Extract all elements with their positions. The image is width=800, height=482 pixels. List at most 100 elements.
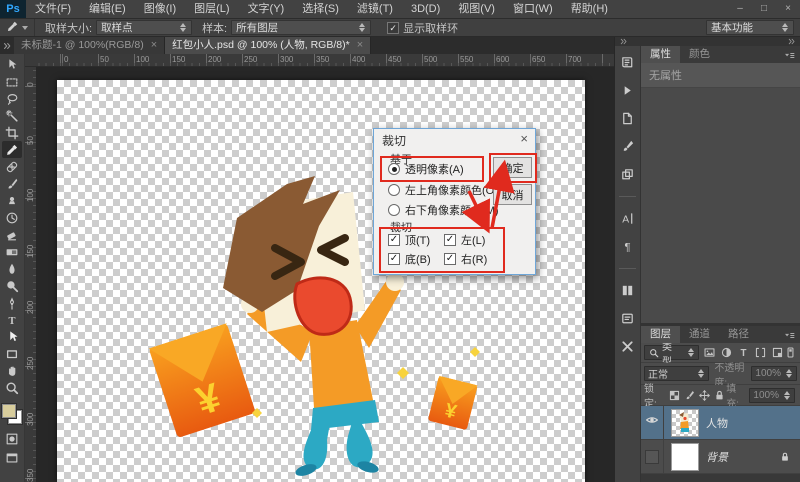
checkbox-top[interactable]: ✓ 顶(T) [388,232,430,248]
tool-button[interactable] [2,277,22,294]
menu-item[interactable]: 图像(I) [135,0,185,18]
tab-untitled[interactable]: 未标题-1 @ 100%(RGB/8) × [14,37,165,54]
horizontal-ruler[interactable]: 0501001502002503003504004505005506006507… [36,54,614,67]
panel-strip-icon[interactable] [619,310,636,327]
tool-button[interactable] [2,345,22,362]
menu-item[interactable]: 编辑(E) [80,0,135,18]
radio-bottom-right-color[interactable]: 右下角像素颜色(M) [388,202,499,218]
close-icon[interactable]: × [151,37,157,54]
tool-button[interactable] [2,175,22,192]
tool-button[interactable] [2,158,22,175]
tool-button[interactable] [2,209,22,226]
sample-select[interactable]: 所有图层 [231,20,371,35]
tool-button[interactable] [2,73,22,90]
visibility-toggle[interactable] [641,440,664,473]
menu-item[interactable]: 文字(Y) [239,0,294,18]
tool-button[interactable] [2,362,22,379]
panel-strip-icon[interactable] [619,166,636,183]
panel-strip-icon[interactable] [619,54,636,71]
tool-button[interactable] [2,141,22,158]
tool-button[interactable] [2,294,22,311]
menu-item[interactable]: 滤镜(T) [348,0,402,18]
tools-panel: T [0,54,25,482]
visibility-toggle[interactable] [641,406,664,439]
foreground-color-swatch[interactable] [2,404,16,418]
layer-thumbnail[interactable] [671,409,699,437]
tool-button[interactable] [2,328,22,345]
radio-top-left-color[interactable]: 左上角像素颜色(O) [388,182,498,198]
ok-button[interactable]: 确定 [493,157,532,178]
tab-paths[interactable]: 路径 [719,326,758,343]
blend-mode-select[interactable]: 正常 [644,366,709,381]
panel-strip-icon[interactable]: ¶ [619,238,636,255]
maximize-button[interactable]: □ [752,0,776,18]
filter-smart-icon[interactable] [771,345,784,360]
tool-button[interactable] [2,90,22,107]
lock-move-icon[interactable] [697,388,711,403]
tool-button[interactable]: T [2,311,22,328]
filter-toggle-icon[interactable] [784,345,797,360]
menu-item[interactable]: 图层(L) [185,0,238,18]
eye-empty-box [645,450,659,464]
fill-select[interactable]: 100% [749,388,795,403]
close-button[interactable]: × [776,0,800,18]
tool-button[interactable] [2,226,22,243]
panel-strip-icon[interactable]: A [619,210,636,227]
layer-row-background[interactable]: 背景 [641,440,800,474]
close-icon[interactable]: × [357,37,363,54]
minimize-button[interactable]: – [728,0,752,18]
dialog-close-icon[interactable]: × [520,131,528,146]
screen-mode-button[interactable] [2,449,22,466]
quick-mask-button[interactable] [2,430,22,447]
red-envelope-small: ¥ [428,376,478,430]
toolbar-collapse-icon[interactable] [0,37,14,54]
checkbox-left[interactable]: ✓ 左(L) [444,232,485,248]
checkbox-bottom[interactable]: ✓ 底(B) [388,251,431,267]
panel-menu-icon[interactable] [783,329,797,340]
tool-button[interactable] [2,379,22,396]
menu-item[interactable]: 窗口(W) [504,0,562,18]
tab-hongbao-active[interactable]: 红包小人.psd @ 100% (人物, RGB/8)* × [165,37,371,54]
menu-item[interactable]: 帮助(H) [562,0,617,18]
panel-strip-icon[interactable] [619,338,636,355]
panel-column: 属性 颜色 无属性 图层 通道 路径 类型 [641,46,800,482]
layer-thumbnail[interactable] [671,443,699,471]
workspace-switcher[interactable]: 基本功能 [706,20,794,35]
filter-group-icon[interactable] [754,345,767,360]
panel-strip-icon[interactable] [619,268,636,269]
cancel-button[interactable]: 取消 [493,184,532,205]
tab-channels[interactable]: 通道 [680,326,719,343]
opacity-select[interactable]: 100% [751,366,797,381]
menu-item[interactable]: 视图(V) [449,0,504,18]
tool-button[interactable] [2,192,22,209]
menu-bar: Ps 文件(F)编辑(E)图像(I)图层(L)文字(Y)选择(S)滤镜(T)3D… [0,0,800,19]
layer-row-character[interactable]: 人物 [641,406,800,440]
menu-item[interactable]: 选择(S) [293,0,348,18]
tool-button[interactable] [2,56,22,73]
panel-strip-icon[interactable] [619,110,636,127]
panel-strip-icon[interactable] [619,82,636,99]
sample-size-select[interactable]: 取样点 [96,20,192,35]
tool-button[interactable] [2,124,22,141]
panel-menu-icon[interactable] [783,49,797,60]
tool-button[interactable] [2,107,22,124]
tab-color[interactable]: 颜色 [680,46,719,63]
panel-strip-icon[interactable] [619,138,636,155]
lock-all-icon[interactable] [712,388,726,403]
show-ring-checkbox[interactable]: ✓ [387,22,399,34]
panel-strip-icon[interactable] [619,282,636,299]
lock-transparency-icon[interactable] [667,388,681,403]
radio-transparent-pixels[interactable]: 透明像素(A) [388,161,464,177]
tab-properties[interactable]: 属性 [641,46,680,63]
menu-item[interactable]: 3D(D) [402,0,449,18]
tool-button[interactable] [2,243,22,260]
checkbox-right[interactable]: ✓ 右(R) [444,251,487,267]
checkbox-label: 右(R) [461,251,487,267]
panel-strip-icon[interactable] [619,196,636,197]
lock-paint-icon[interactable] [682,388,696,403]
menu-item[interactable]: 文件(F) [26,0,80,18]
tool-preset-picker[interactable] [0,19,35,36]
tool-button[interactable] [2,260,22,277]
tab-layers[interactable]: 图层 [641,326,680,343]
layer-filter-select[interactable]: 类型 [644,345,699,360]
